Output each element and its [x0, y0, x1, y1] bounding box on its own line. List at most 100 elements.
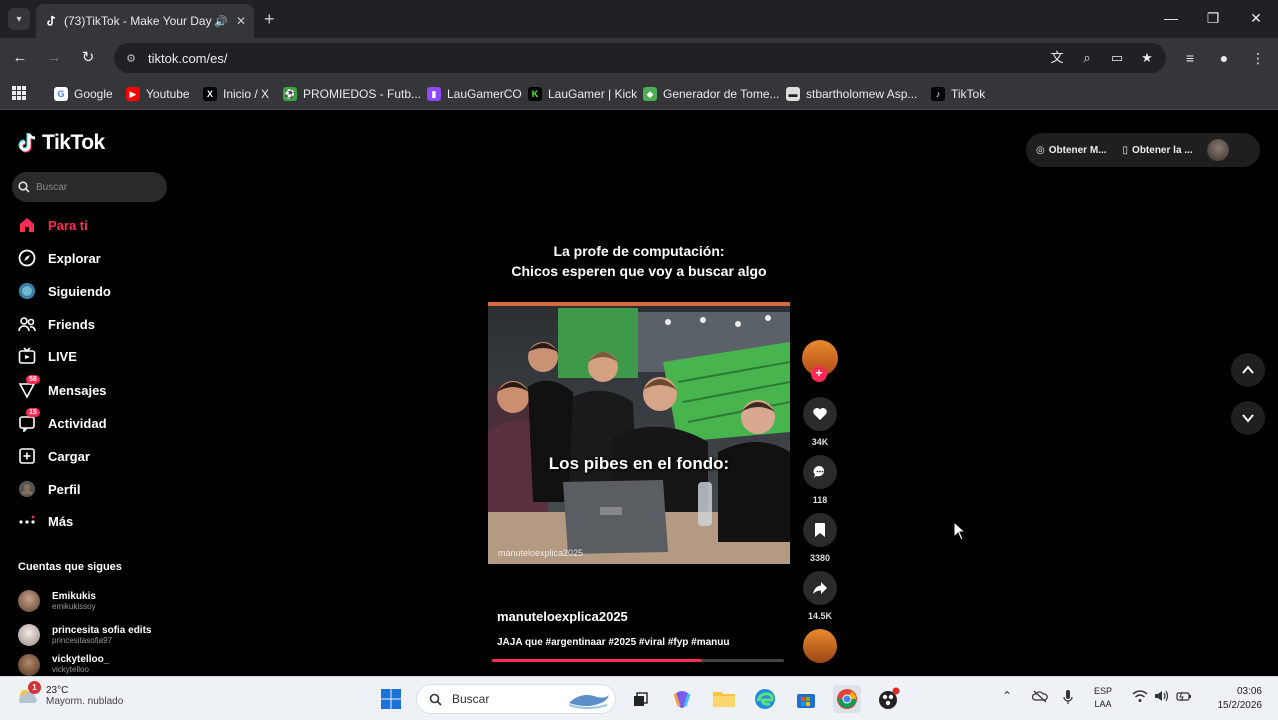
tiktok-note-icon	[18, 133, 36, 153]
bookmark-google[interactable]: G Google	[54, 84, 113, 104]
get-app-button[interactable]: ▯ Obtener la ...	[1123, 145, 1193, 156]
copilot-button[interactable]	[668, 685, 696, 713]
minimize-button[interactable]: —	[1156, 6, 1186, 30]
video-player[interactable]: Los pibes en el fondo: manuteloexplica20…	[488, 302, 790, 564]
like-button[interactable]	[803, 397, 837, 431]
close-window-button[interactable]: ✕	[1241, 6, 1271, 30]
media-control-icon[interactable]: ≡	[1180, 48, 1200, 68]
search-input[interactable]	[36, 181, 156, 193]
coin-icon: ◎	[1036, 144, 1045, 156]
edge-button[interactable]	[751, 685, 779, 713]
generator-icon: ◆	[643, 87, 657, 101]
next-video-avatar[interactable]	[803, 629, 837, 663]
tiktok-page: TikTok Para ti Explorar Siguiendo Friend…	[0, 111, 1278, 676]
nav-para-ti[interactable]: Para ti	[18, 213, 88, 237]
save-button[interactable]	[803, 513, 837, 547]
avatar	[18, 590, 40, 612]
menu-kebab-icon[interactable]: ⋮	[1248, 48, 1268, 68]
next-video-button[interactable]	[1231, 401, 1265, 435]
bookmark-kick[interactable]: K LauGamer | Kick	[528, 84, 637, 104]
nav-perfil[interactable]: Perfil	[18, 477, 81, 501]
tab-title: (73)TikTok - Make Your Day	[64, 14, 212, 28]
video-username[interactable]: manuteloexplica2025	[497, 609, 628, 624]
video-description: JAJA que #argentinaar #2025 #viral #fyp …	[497, 637, 730, 648]
following-account[interactable]: vickytelloo_ vickytelloo	[18, 654, 109, 676]
bookmark-promiedos[interactable]: ⚽ PROMIEDOS - Futb...	[283, 84, 421, 104]
nav-live[interactable]: LIVE	[18, 344, 77, 368]
share-button[interactable]	[803, 571, 837, 605]
nav-cargar[interactable]: Cargar	[18, 444, 90, 468]
reload-button[interactable]: ↻	[78, 48, 98, 68]
file-explorer-button[interactable]	[710, 685, 738, 713]
tab-close-icon[interactable]: ✕	[236, 14, 246, 28]
user-avatar[interactable]	[1206, 139, 1229, 161]
following-account[interactable]: princesita sofia edits princesitasofia97	[18, 620, 151, 650]
nav-siguiendo[interactable]: Siguiendo	[18, 279, 111, 303]
chrome-button[interactable]	[833, 685, 861, 713]
bookmark-x[interactable]: X Inicio / X	[203, 84, 269, 104]
zoom-icon[interactable]: ⌕	[1078, 49, 1096, 67]
activity-badge: 15	[26, 408, 40, 417]
address-bar[interactable]: ⚙ tiktok.com/es/ 文 ⌕ ▭ ★	[114, 43, 1166, 73]
bookmark-twitch[interactable]: ▮ LauGamerCO	[427, 84, 522, 104]
bookmark-tiktok[interactable]: ♪ TikTok	[931, 84, 985, 104]
chevron-down-icon	[1242, 414, 1254, 423]
task-view-button[interactable]	[626, 685, 654, 713]
nav-friends[interactable]: Friends	[18, 312, 95, 336]
forward-button[interactable]: →	[44, 48, 64, 68]
system-clock[interactable]: 03:06 15/2/2026	[1206, 685, 1263, 713]
previous-video-button[interactable]	[1231, 353, 1265, 387]
video-progress-bar[interactable]	[492, 659, 784, 662]
bookmark-youtube[interactable]: ▶ Youtube	[126, 84, 190, 104]
store-button[interactable]	[792, 685, 820, 713]
search-icon	[429, 693, 442, 706]
comment-count: 118	[812, 495, 828, 505]
nav-mensajes[interactable]: 58 Mensajes	[18, 375, 107, 402]
tiktok-bookmark-icon: ♪	[931, 87, 945, 101]
taskbar-search[interactable]: Buscar	[416, 684, 616, 714]
bookmark-stbartholomew[interactable]: ▬ stbartholomew Asp...	[786, 84, 917, 104]
tiktok-logo[interactable]: TikTok	[18, 131, 105, 155]
tab-audio-icon[interactable]: 🔊	[214, 15, 228, 28]
translate-icon[interactable]: 文	[1048, 49, 1066, 67]
battery-icon[interactable]	[1176, 689, 1192, 706]
bookmark-generador[interactable]: ◆ Generador de Tome...	[643, 84, 780, 104]
get-coins-button[interactable]: ◎ Obtener M...	[1036, 145, 1107, 156]
microphone-icon[interactable]	[1062, 689, 1074, 708]
obs-button[interactable]	[875, 685, 903, 713]
back-button[interactable]: ←	[10, 48, 30, 68]
tab-search-button[interactable]: ▾	[8, 8, 30, 30]
following-account[interactable]: Emikukis emikukissoy	[18, 586, 96, 616]
wifi-icon[interactable]	[1132, 689, 1148, 706]
nav-explorar[interactable]: Explorar	[18, 246, 101, 270]
onedrive-icon[interactable]	[1031, 689, 1048, 706]
browser-tab-tiktok[interactable]: (73)TikTok - Make Your Day 🔊 ✕	[36, 4, 254, 38]
apps-grid-icon[interactable]	[12, 86, 26, 100]
save-count: 3380	[809, 553, 831, 563]
video-watermark: manuteloexplica2025	[498, 548, 584, 558]
bookmark-star-icon[interactable]: ★	[1138, 49, 1156, 67]
profile-avatar-icon[interactable]: ●	[1214, 48, 1234, 68]
volume-icon[interactable]	[1154, 689, 1170, 706]
cast-icon[interactable]: ▭	[1108, 49, 1126, 67]
promiedos-icon: ⚽	[283, 87, 297, 101]
taskbar-search-label: Buscar	[452, 692, 490, 706]
tray-overflow-icon[interactable]: ⌃	[1002, 689, 1012, 703]
restore-button[interactable]: ❐	[1198, 6, 1228, 30]
weather-widget[interactable]: 1 23°C Mayorm. nublado	[14, 681, 123, 709]
nav-mas[interactable]: Más	[18, 509, 73, 533]
tiktok-search[interactable]	[12, 172, 167, 202]
language-indicator[interactable]: ESP LAA	[1094, 685, 1112, 711]
following-section-title: Cuentas que sigues	[18, 561, 122, 573]
comment-button[interactable]	[803, 455, 837, 489]
site-info-icon[interactable]: ⚙	[122, 49, 140, 67]
like-count: 34K	[811, 437, 829, 447]
get-app-pill: ◎ Obtener M... ▯ Obtener la ...	[1026, 133, 1260, 167]
address-url: tiktok.com/es/	[148, 50, 228, 66]
nav-actividad[interactable]: 15 Actividad	[18, 408, 107, 435]
new-tab-button[interactable]: +	[264, 9, 275, 29]
weather-temp: 23°C	[46, 685, 69, 696]
follow-plus-button[interactable]: +	[811, 366, 827, 382]
start-button[interactable]	[377, 685, 405, 713]
compass-icon	[18, 249, 36, 267]
